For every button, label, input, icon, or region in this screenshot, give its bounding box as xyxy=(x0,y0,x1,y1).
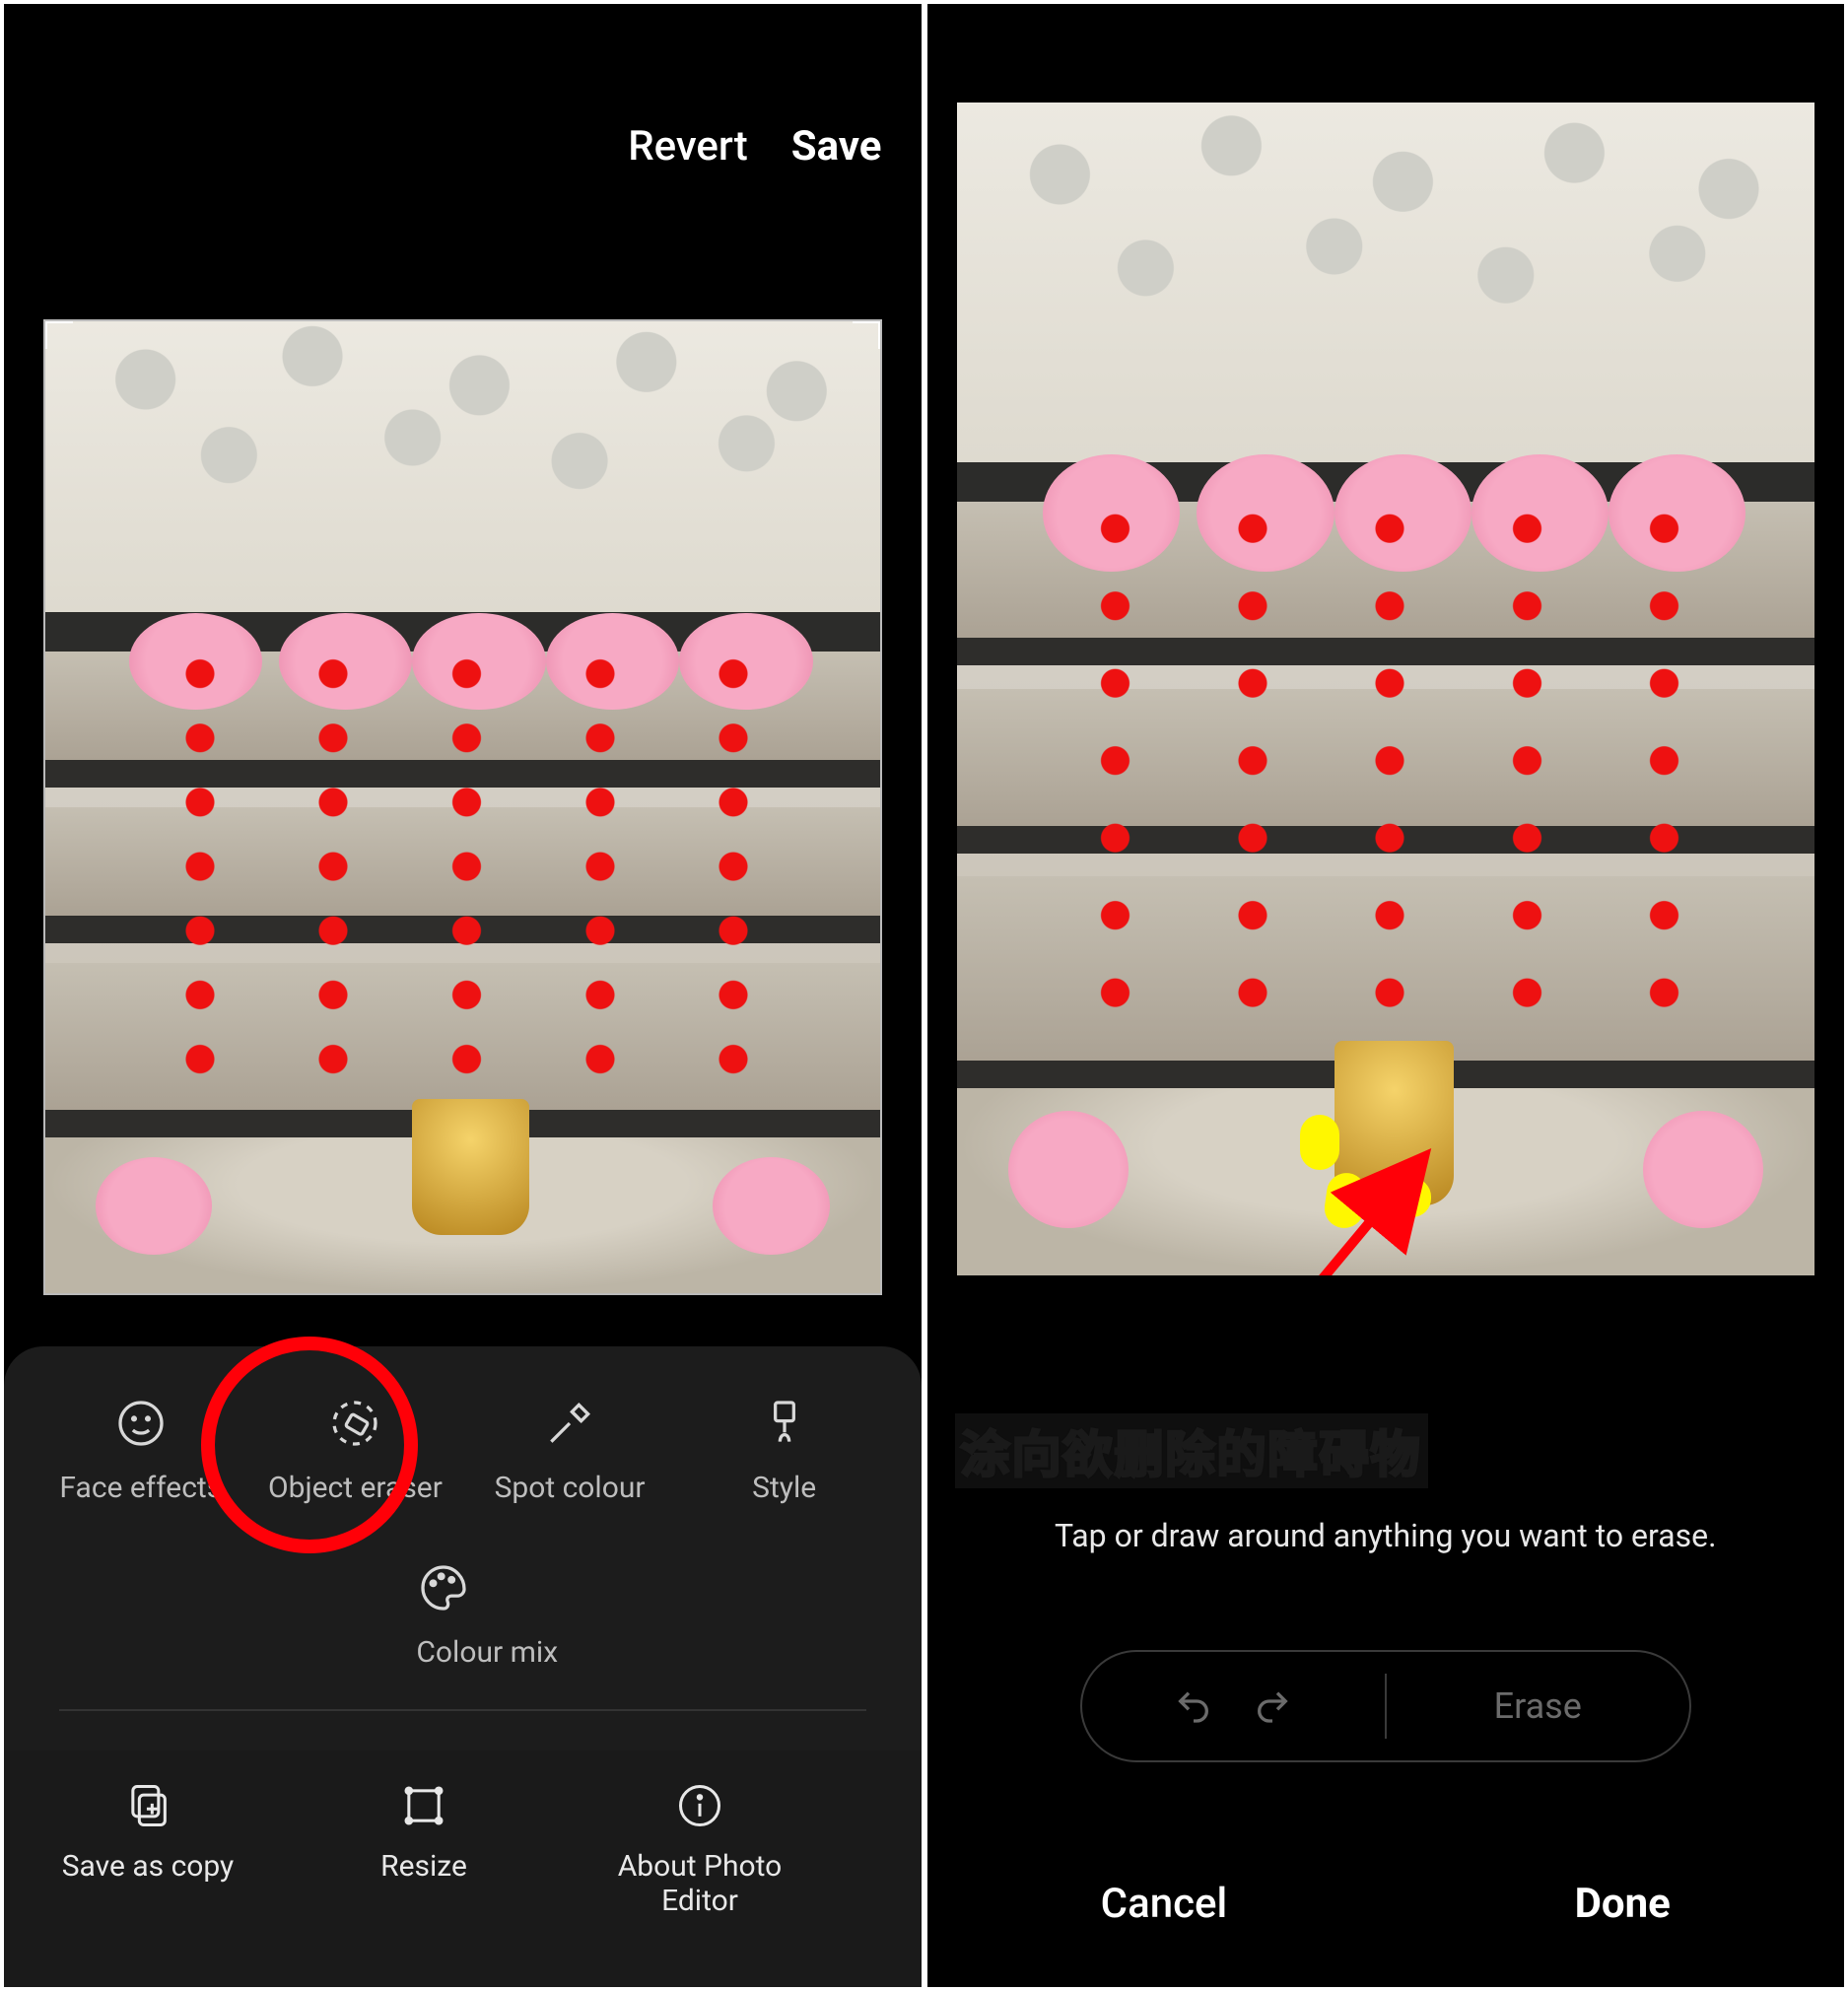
bottom-bar: Save as copy Resize About Photo Editor xyxy=(4,1751,922,1987)
face-icon xyxy=(113,1396,169,1451)
screenshot-left: Revert Save Face effects Object eraser xyxy=(4,4,922,1987)
resize-icon xyxy=(398,1780,449,1831)
top-actions: Revert Save xyxy=(628,122,881,171)
cancel-button[interactable]: Cancel xyxy=(1101,1880,1228,1928)
palette-icon xyxy=(416,1560,471,1615)
erase-button[interactable]: Erase xyxy=(1494,1685,1582,1727)
resize-button[interactable]: Resize xyxy=(306,1780,542,1987)
photo-content xyxy=(45,321,880,1293)
crop-handle-tl[interactable] xyxy=(43,319,73,349)
eraser-icon xyxy=(327,1396,382,1451)
photo-content xyxy=(957,103,1815,1275)
done-button[interactable]: Done xyxy=(1575,1880,1671,1928)
photo-canvas[interactable] xyxy=(43,319,882,1295)
save-button[interactable]: Save xyxy=(791,122,882,171)
bottom-actions: Cancel Done xyxy=(927,1880,1845,1928)
undo-icon xyxy=(1174,1686,1213,1726)
info-icon xyxy=(674,1780,725,1831)
tool-label: Face effects xyxy=(59,1471,222,1505)
tool-label: Colour mix xyxy=(416,1635,558,1670)
erase-mark xyxy=(1300,1115,1339,1170)
tool-row-1: Face effects Object eraser Spot colour S… xyxy=(34,1396,892,1505)
tool-object-eraser[interactable]: Object eraser xyxy=(248,1396,463,1505)
bb-label: About Photo Editor xyxy=(582,1849,818,1918)
eyedropper-icon xyxy=(542,1396,597,1451)
screenshot-right: 涂向欲删除的障碍物 Tap or draw around anything yo… xyxy=(927,4,1845,1987)
save-as-copy-button[interactable]: Save as copy xyxy=(30,1780,266,1987)
about-button[interactable]: About Photo Editor xyxy=(582,1780,818,1987)
photo-canvas[interactable] xyxy=(957,103,1815,1275)
crop-handle-tr[interactable] xyxy=(853,319,882,349)
erase-mark xyxy=(1394,1178,1431,1217)
tool-colour-mix[interactable]: Colour mix xyxy=(416,1560,558,1670)
redo-button[interactable] xyxy=(1253,1686,1292,1726)
tool-label: Object eraser xyxy=(268,1471,443,1505)
bb-label: Resize xyxy=(380,1849,467,1884)
tool-face-effects[interactable]: Face effects xyxy=(34,1396,248,1505)
annotation-text: 涂向欲删除的障碍物 xyxy=(955,1413,1428,1488)
undo-button[interactable] xyxy=(1174,1686,1213,1726)
redo-icon xyxy=(1253,1686,1292,1726)
tool-label: Style xyxy=(752,1471,816,1505)
tool-drawer: Face effects Object eraser Spot colour S… xyxy=(4,1346,922,1751)
eraser-hint: Tap or draw around anything you want to … xyxy=(927,1512,1845,1559)
revert-button[interactable]: Revert xyxy=(628,122,748,171)
brush-icon xyxy=(757,1396,812,1451)
save-copy-icon xyxy=(122,1780,173,1831)
divider xyxy=(59,1709,866,1711)
bb-label: Save as copy xyxy=(62,1849,235,1884)
tool-style[interactable]: Style xyxy=(677,1396,892,1505)
tool-row-2: Colour mix xyxy=(34,1560,892,1670)
tool-label: Spot colour xyxy=(495,1471,646,1505)
tool-spot-colour[interactable]: Spot colour xyxy=(462,1396,677,1505)
erase-toolbar: Erase xyxy=(1080,1650,1691,1762)
